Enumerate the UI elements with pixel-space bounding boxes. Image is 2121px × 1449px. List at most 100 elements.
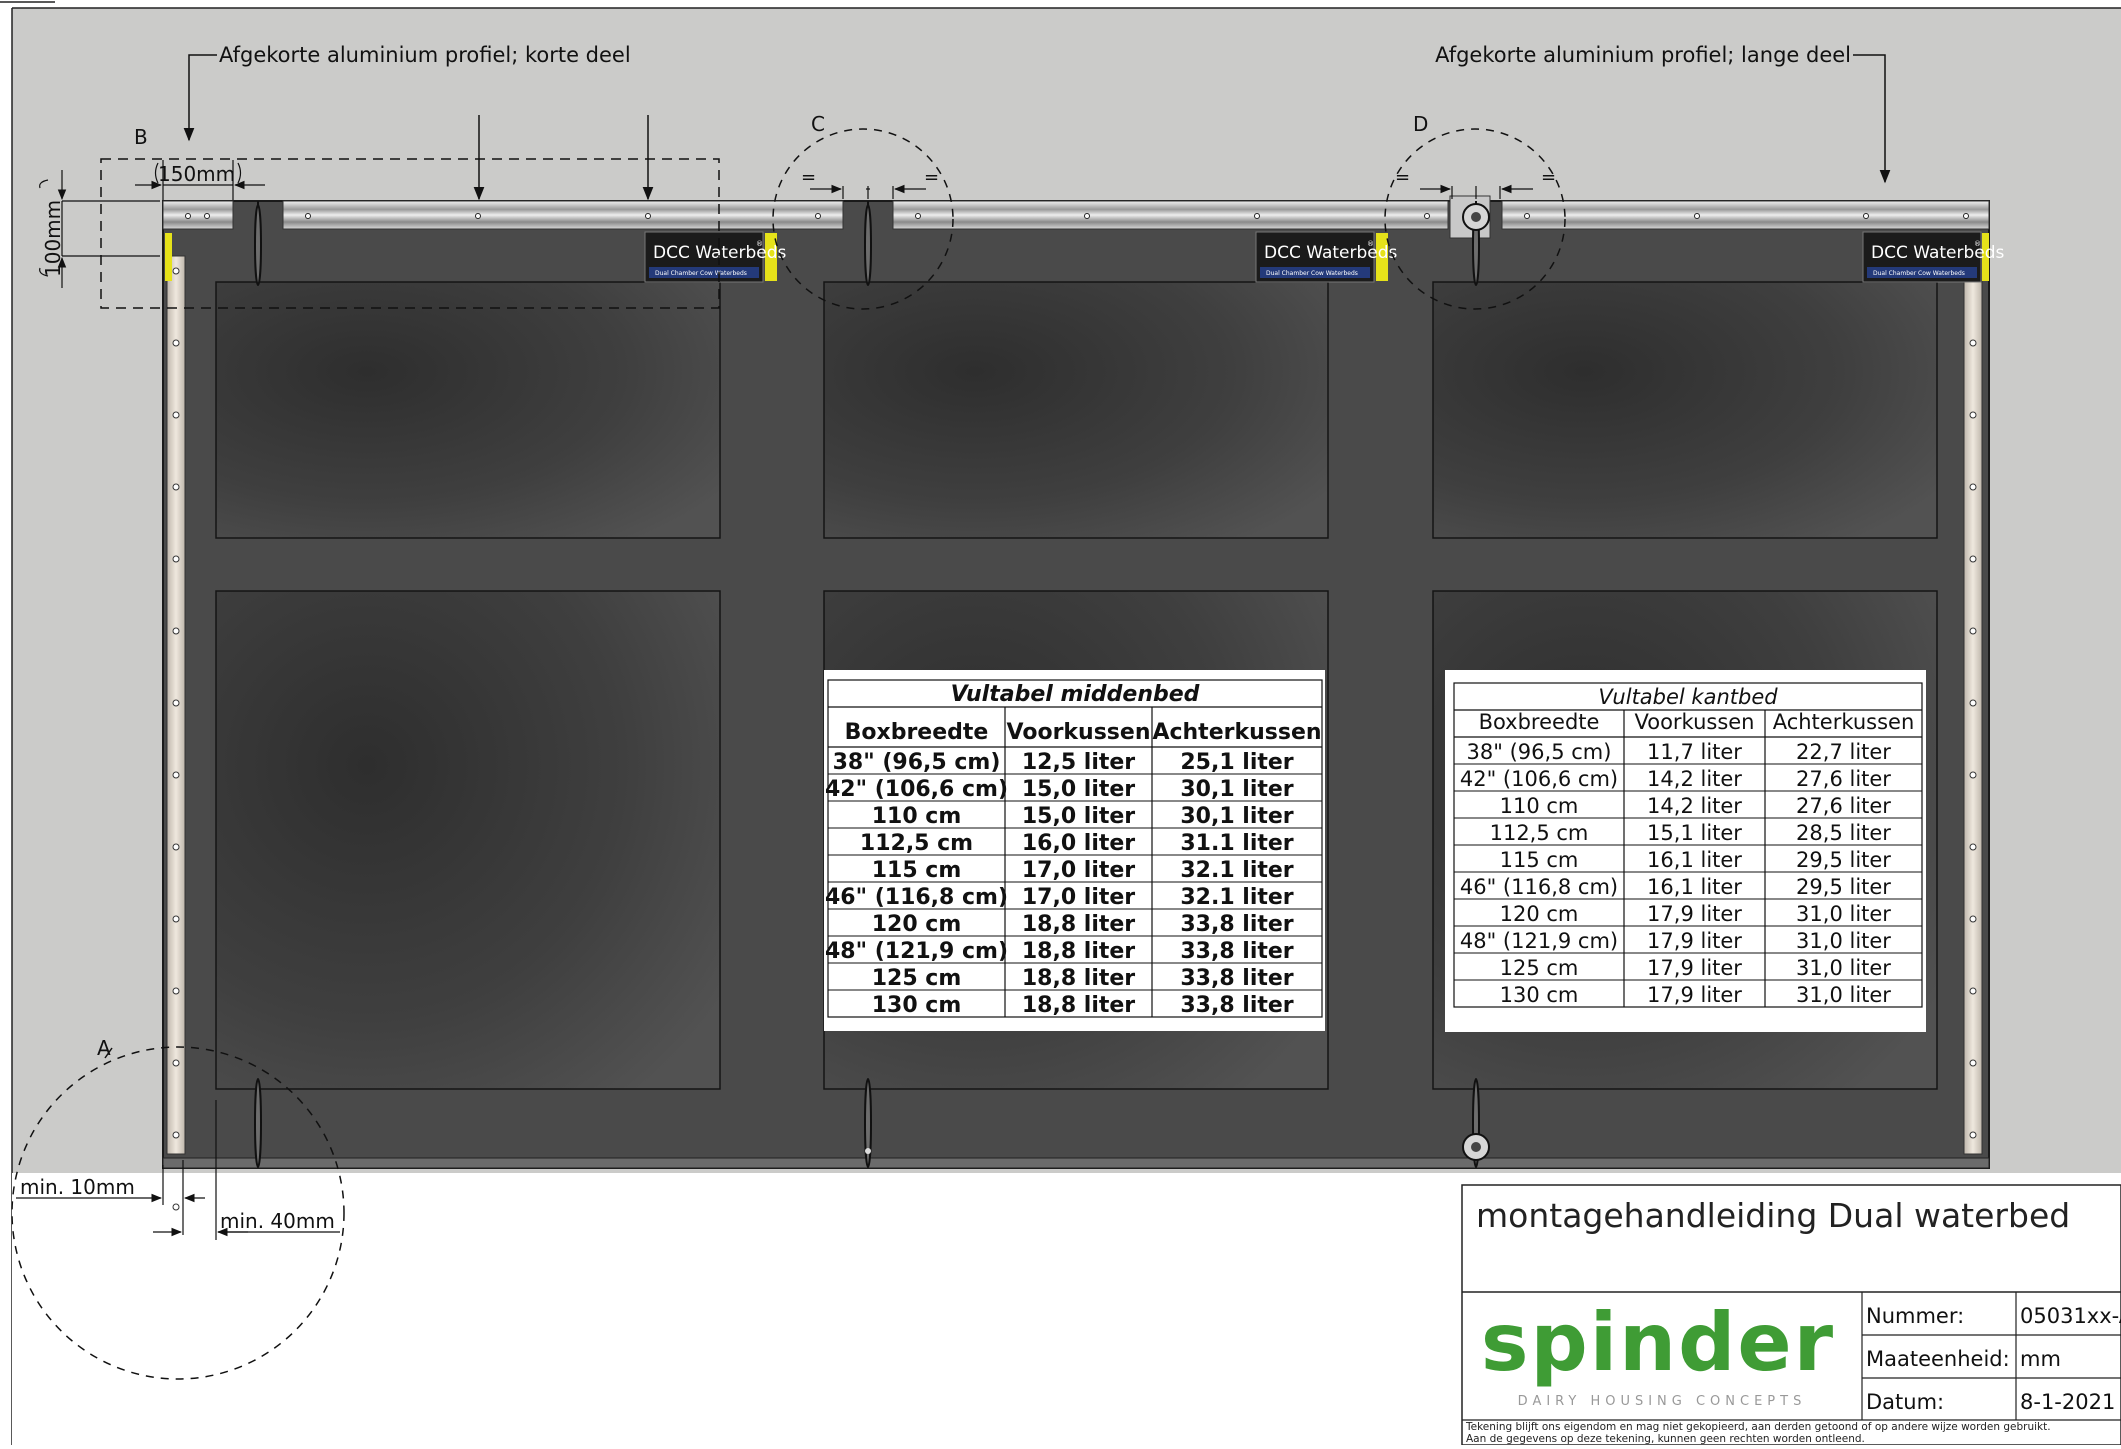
table-caption: Vultabel middenbed [951,682,1200,707]
table-cell: 125 cm [872,966,962,991]
table-cell: 29,5 liter [1796,875,1891,899]
table-header: Voorkussen [1007,720,1151,745]
table-cell: 46" (116,8 cm) [825,885,1008,910]
min-40-label: min. 40mm [220,1209,335,1233]
table-header: Boxbreedte [845,720,989,745]
table-cell: 33,8 liter [1180,966,1293,991]
screw-dot [172,483,180,491]
top-profile-short [162,200,234,230]
unit-label: Maateenheid: [1866,1347,2010,1371]
screw-dot [172,843,180,851]
screw-dot [172,771,180,779]
table-cell: 31,0 liter [1796,983,1891,1007]
table-cell: 17,9 liter [1647,956,1742,980]
table-cell: 30,1 liter [1180,804,1293,829]
screw-dot [1969,1131,1977,1139]
table-cell: 125 cm [1500,956,1579,980]
table-cell: 25,1 liter [1180,750,1293,775]
bottom-profile [162,1157,1990,1169]
pad-front-3 [1432,281,1938,539]
table-cell: 18,8 liter [1022,912,1135,937]
table-cell: 16,1 liter [1647,848,1742,872]
table-cell: 130 cm [1500,983,1579,1007]
number-value: 05031xx-A [2020,1304,2121,1328]
table-cell: 33,8 liter [1180,939,1293,964]
number-label: Nummer: [1866,1304,1964,1328]
table-cell: 48" (121,9 cm) [825,939,1008,964]
brand-tag-subtitle: Dual Chamber Cow Waterbeds [655,270,747,277]
detail-a-label: A [97,1036,111,1060]
screw-dot [1969,483,1977,491]
title-block: montagehandleiding Dual waterbed spinder… [1461,1184,2121,1446]
table-cell: 15,1 liter [1647,821,1742,845]
screw-dot [1969,339,1977,347]
screw-dot [1969,1059,1977,1067]
table-cell: 17,0 liter [1022,885,1135,910]
screw-dot [172,699,180,707]
table-cell: 130 cm [872,993,962,1018]
drawing-title: montagehandleiding Dual waterbed [1476,1196,2070,1235]
screw-dot [1969,699,1977,707]
technical-drawing: DCC Waterbeds ® Dual Chamber Cow Waterbe… [0,0,2121,1446]
equal-mark: = [924,167,939,188]
table-header: Achterkussen [1152,720,1321,745]
table-cell: 112,5 cm [1490,821,1589,845]
table-cell: 17,9 liter [1647,983,1742,1007]
table-cell: 42" (106,6 cm) [825,777,1008,802]
table-cell: 28,5 liter [1796,821,1891,845]
screw-dot [172,1059,180,1067]
screw-dot [172,411,180,419]
table-cell: 18,8 liter [1022,993,1135,1018]
pad-front-1 [215,281,721,539]
table-cell: 110 cm [872,804,962,829]
table-header: Voorkussen [1634,710,1754,734]
screw-dot [172,267,180,275]
table-cell: 48" (121,9 cm) [1460,929,1618,953]
svg-text:®: ® [756,240,763,248]
brand-tag-title: DCC Waterbeds [1871,243,2005,263]
ring-fastener-bottom [1462,1133,1490,1161]
table-cell: 33,8 liter [1180,912,1293,937]
table-cell: 29,5 liter [1796,848,1891,872]
table-cell: 33,8 liter [1180,993,1293,1018]
dimension-150mm-label: 150mm [158,162,235,186]
detail-d-label: D [1413,112,1428,136]
ring-fastener-top [1462,203,1490,231]
equal-mark: = [1395,167,1410,188]
top-profile-1 [282,200,844,230]
table-cell: 11,7 liter [1647,740,1742,764]
screw-dot [172,339,180,347]
table-cell: 16,1 liter [1647,875,1742,899]
fill-table-side: Vultabel kantbedBoxbreedte Voorkussen Acht… [1445,670,1926,1032]
screw-dot [172,555,180,563]
table-cell: 110 cm [1500,794,1579,818]
table-cell: 17,9 liter [1647,902,1742,926]
fill-table-middle: Vultabel middenbed Boxbreedte Voorkussen Ac… [824,670,1325,1031]
disclaimer-line-2: Aan de gegevens op deze tekening, kunnen… [1466,1433,1865,1445]
table-cell: 31,0 liter [1796,902,1891,926]
pad-back-1 [215,590,721,1090]
brand-tag-subtitle: Dual Chamber Cow Waterbeds [1266,270,1358,277]
table-cell: 27,6 liter [1796,767,1891,791]
table-cell: 42" (106,6 cm) [1460,767,1618,791]
date-label: Datum: [1866,1390,1944,1414]
screw-dot [1969,771,1977,779]
table-cell: 15,0 liter [1022,804,1135,829]
table-cell: 18,8 liter [1022,939,1135,964]
brand-tag-subtitle: Dual Chamber Cow Waterbeds [1873,270,1965,277]
table-cell: 120 cm [872,912,962,937]
screw-dot [172,915,180,923]
min-10-label: min. 10mm [20,1175,135,1199]
brand-tag-title: DCC Waterbeds [653,243,787,263]
top-profile-3 [1501,200,1990,230]
table-cell: 46" (116,8 cm) [1460,875,1618,899]
top-profile-2 [892,200,1449,230]
table-cell: 38" (96,5 cm) [1467,740,1612,764]
screw-dot [1969,627,1977,635]
table-cell: 12,5 liter [1022,750,1135,775]
screw-dot [1969,555,1977,563]
svg-text:®: ® [1367,240,1374,248]
table-cell: 32.1 liter [1180,858,1293,883]
detail-c-label: C [811,112,825,136]
table-header: Achterkussen [1773,710,1915,734]
